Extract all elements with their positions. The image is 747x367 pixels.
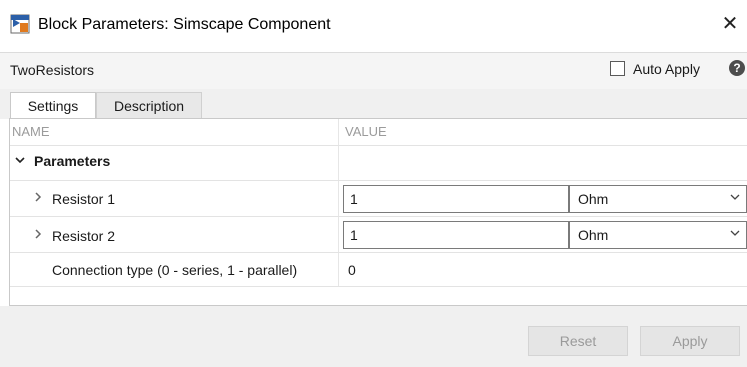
resistor-2-value-input[interactable]: 1: [343, 221, 569, 249]
row-divider: [10, 286, 747, 287]
resistor-1-unit-value: Ohm: [578, 191, 609, 207]
parameters-section-heading[interactable]: Parameters: [34, 153, 110, 169]
chevron-right-icon[interactable]: [33, 227, 43, 243]
resistor-1-unit-select[interactable]: Ohm: [569, 185, 747, 213]
auto-apply-checkbox[interactable]: [610, 61, 625, 76]
apply-button[interactable]: Apply: [640, 326, 740, 356]
tab-description[interactable]: Description: [96, 92, 202, 119]
tab-settings[interactable]: Settings: [10, 92, 96, 119]
help-icon[interactable]: ?: [729, 60, 745, 76]
resistor-2-label: Resistor 2: [52, 228, 116, 244]
reset-button[interactable]: Reset: [528, 326, 628, 356]
close-icon[interactable]: ✕: [718, 10, 742, 38]
chevron-down-icon[interactable]: [14, 153, 30, 169]
resistor-2-unit-value: Ohm: [578, 227, 609, 243]
value-column-header: VALUE: [345, 124, 387, 139]
resistor-1-label: Resistor 1: [52, 191, 116, 207]
simulink-block-icon: [10, 14, 30, 34]
resistor-2-unit-select[interactable]: Ohm: [569, 221, 747, 249]
chevron-down-icon[interactable]: [729, 227, 741, 242]
connection-type-label: Connection type (0 - series, 1 - paralle…: [52, 262, 298, 278]
chevron-down-icon[interactable]: [729, 191, 741, 206]
auto-apply-label[interactable]: Auto Apply: [633, 61, 700, 77]
window-title: Block Parameters: Simscape Component: [38, 16, 331, 33]
block-name: TwoResistors: [10, 62, 95, 78]
name-column-header: NAME: [12, 124, 50, 139]
dialog-footer: [0, 306, 747, 367]
row-divider: [10, 252, 747, 253]
row-divider: [10, 145, 747, 146]
resistor-1-value-input[interactable]: 1: [343, 185, 569, 213]
chevron-right-icon[interactable]: [33, 190, 43, 206]
row-divider: [10, 180, 747, 181]
connection-type-value[interactable]: 0: [348, 262, 356, 278]
row-divider: [10, 216, 747, 217]
